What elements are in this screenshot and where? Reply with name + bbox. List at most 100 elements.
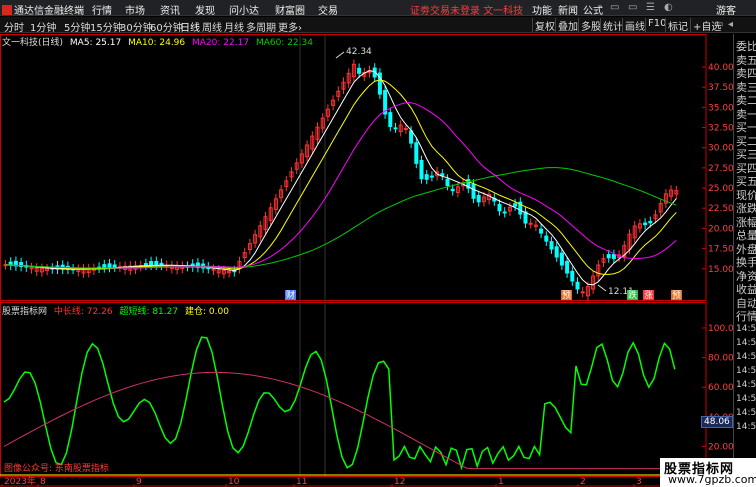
ma-legend: 文一科技(日线) MA5: 25.17 MA10: 24.96 MA20: 22…	[2, 35, 317, 48]
candle-body	[554, 246, 559, 258]
price-tick-label: 20.00	[708, 224, 733, 234]
candle-body	[112, 264, 117, 268]
ma5-line	[5, 70, 677, 286]
price-tick-label: 27.50	[708, 164, 733, 174]
indicator-title: 股票指标网	[2, 307, 48, 317]
candle-body	[606, 254, 611, 259]
ma10-label: MA10: 24.96	[128, 38, 186, 48]
quote-field-label: 行情	[736, 310, 756, 323]
low-price-pointer	[597, 284, 607, 292]
candle-body	[450, 188, 455, 192]
indicator-legend: 股票指标网 中长线: 72.26 超短线: 81.27 建仓: 0.00	[2, 304, 233, 317]
tick-time-label: 14:56	[736, 380, 756, 390]
date-label: 10	[228, 477, 240, 487]
candle-body	[414, 142, 419, 164]
tick-time-label: 14:56	[736, 408, 756, 418]
tick-time-label: 14:56	[736, 366, 756, 376]
main-frame	[0, 34, 707, 301]
candle-body	[429, 175, 434, 178]
candle-body	[357, 67, 362, 74]
candle-body	[440, 173, 445, 176]
date-label: 8	[40, 477, 46, 487]
date-label: 3	[636, 477, 642, 487]
price-tick-label: 22.50	[708, 204, 733, 214]
event-marker-label: 预	[672, 290, 681, 301]
candle-body	[528, 222, 533, 225]
candle-body	[575, 281, 580, 290]
candle-body	[445, 178, 450, 186]
candle-body	[102, 264, 107, 269]
price-tick-label: 17.50	[708, 245, 733, 255]
chart-title: 文一科技(日线)	[2, 38, 64, 48]
date-label: 2023年	[4, 475, 36, 487]
price-tick-label: 15.00	[708, 265, 733, 275]
candle-body	[388, 112, 393, 127]
candle-body	[549, 241, 554, 250]
candle-body	[211, 268, 216, 271]
tick-time-label: 14:56	[736, 338, 756, 348]
ma5-label: MA5: 25.17	[69, 38, 122, 48]
indicator-tick-label: 80.00	[708, 354, 733, 364]
price-tick-label: 35.00	[708, 103, 733, 113]
high-price-label: 42.34	[346, 47, 372, 57]
candle-body	[565, 260, 570, 274]
date-label: 11	[296, 477, 307, 487]
candle-body	[393, 127, 398, 130]
candle-body	[544, 235, 549, 242]
watermark: 股票指标网 www.7gpzb.com	[660, 458, 756, 487]
date-label: 12	[394, 477, 405, 487]
ma20-label: MA20: 22.17	[192, 38, 250, 48]
candle-body	[476, 195, 481, 203]
tick-time-label: 14:56	[736, 324, 756, 334]
current-value-box: 48.06	[701, 416, 733, 428]
candle-body	[424, 174, 429, 180]
candle-body	[580, 291, 585, 294]
event-marker-label: 涨	[644, 290, 653, 301]
high-price-pointer	[335, 51, 345, 59]
candle-body	[559, 252, 564, 266]
short-line-label: 超短线: 81.27	[119, 307, 179, 317]
candle-body	[502, 211, 507, 214]
candle-body	[471, 183, 476, 199]
indicator-tick-label: 60.00	[708, 383, 733, 393]
event-marker-label: 财	[286, 289, 295, 301]
price-tick-label: 40.00	[708, 63, 733, 73]
candle-body	[143, 263, 148, 266]
candle-body	[154, 260, 159, 266]
event-marker-label: 预	[562, 290, 571, 301]
candle-body	[419, 159, 424, 180]
candle-body	[107, 263, 112, 268]
tick-time-label: 14:56	[736, 422, 756, 432]
candle-body	[403, 128, 408, 131]
event-marker-label: 跌	[628, 290, 637, 301]
tick-time-label: 14:56	[736, 352, 756, 362]
candle-body	[643, 222, 648, 226]
candle-body	[611, 254, 616, 259]
build-label: 建仓: 0.00	[184, 307, 229, 317]
indicator-tick-label: 100.0	[708, 324, 733, 334]
kline-chart[interactable]: 40.00 37.50 35.00 32.50 30.00 27.50 25.00 22.50…	[0, 0, 733, 487]
candle-body	[409, 130, 414, 144]
price-tick-label: 37.50	[708, 83, 733, 93]
price-tick-label: 30.00	[708, 144, 733, 154]
price-tick-label: 32.50	[708, 124, 733, 134]
ma60-line	[5, 167, 677, 269]
short-term-line	[3, 336, 676, 471]
quote-panel: 委比 卖五 卖四 卖三 卖二 卖一 买一 买二 买三 买四 买五 现价 涨跌 涨幅 总量 外盘 换手 净资 收益 自动…	[733, 34, 756, 487]
ma10-line	[5, 79, 677, 275]
ma60-label: MA60: 22.34	[255, 38, 313, 48]
candle-body	[648, 220, 653, 224]
candle-body	[513, 203, 518, 207]
date-label: 9	[136, 477, 142, 487]
candle-body	[149, 261, 154, 266]
price-tick-label: 25.00	[708, 184, 733, 194]
source-note: 图像公众号: 东南股票指标	[4, 464, 109, 474]
date-label: 1	[498, 477, 504, 487]
candle-body	[497, 203, 502, 212]
indicator-tick-label: 20.00	[708, 442, 733, 452]
sub-frame	[0, 302, 707, 477]
candle-body	[570, 270, 575, 282]
candle-body	[539, 228, 544, 234]
watermark-url: www.7gpzb.com	[668, 473, 756, 486]
mid-line-label: 中长线: 72.26	[53, 307, 113, 317]
